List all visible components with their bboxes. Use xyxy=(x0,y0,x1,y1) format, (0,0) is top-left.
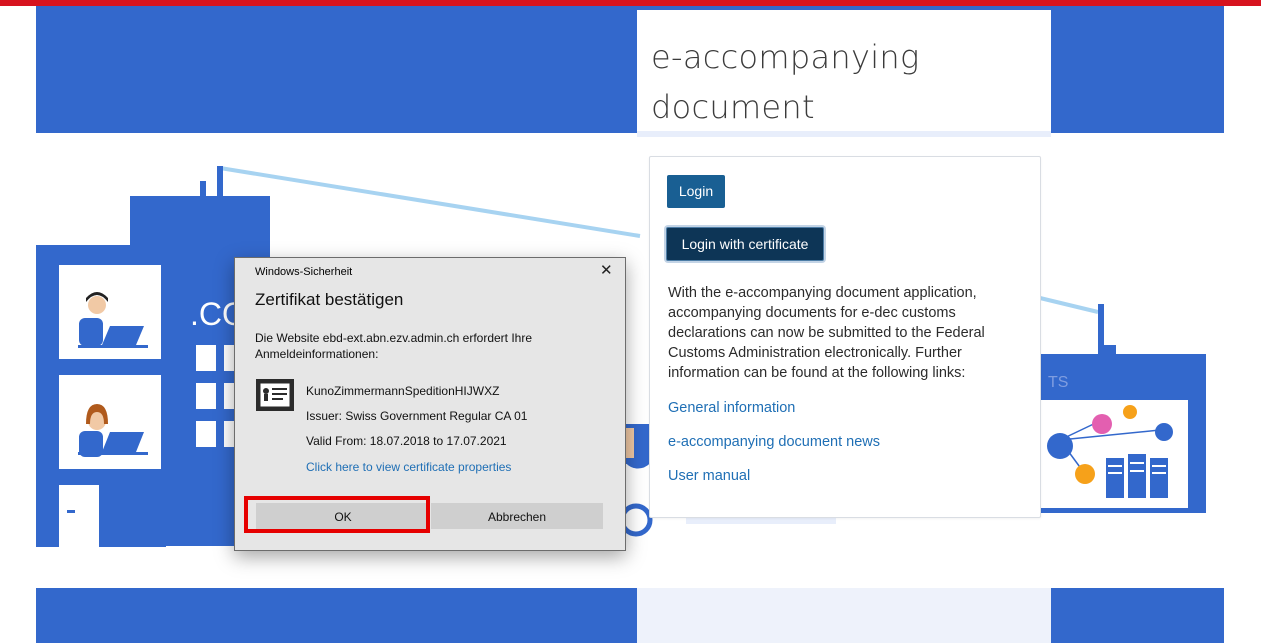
close-icon[interactable]: ✕ xyxy=(600,261,613,279)
general-information-link[interactable]: General information xyxy=(668,400,795,416)
certificate-issuer: Issuer: Swiss Government Regular CA 01 xyxy=(306,409,528,423)
right-panel-label: TS xyxy=(1048,374,1069,391)
windows-security-dialog: Windows-Sicherheit ✕ Zertifikat bestätig… xyxy=(234,257,626,551)
footer-center-block xyxy=(637,588,1051,643)
ok-button[interactable]: OK xyxy=(256,503,430,529)
certificate-validity: Valid From: 18.07.2018 to 17.07.2021 xyxy=(306,434,507,448)
certificate-properties-link[interactable]: Click here to view certificate propertie… xyxy=(306,460,511,474)
certificate-icon xyxy=(256,379,294,411)
news-link[interactable]: e-accompanying document news xyxy=(668,434,880,450)
page-title-line1: e-accompanying xyxy=(651,38,920,76)
panel-description: With the e-accompanying document applica… xyxy=(668,285,985,381)
page-title-box: e-accompanying document xyxy=(637,10,1051,137)
login-with-certificate-button[interactable]: Login with certificate xyxy=(666,227,824,261)
login-panel: Login Login with certificate With the e-… xyxy=(649,156,1041,518)
cancel-button[interactable]: Abbrechen xyxy=(431,503,603,529)
certificate-name[interactable]: KunoZimmermannSpeditionHIJWXZ xyxy=(306,384,499,398)
login-button[interactable]: Login xyxy=(667,175,725,208)
dialog-message: Die Website ebd-ext.abn.ezv.admin.ch erf… xyxy=(255,331,533,361)
dialog-caption: Windows-Sicherheit xyxy=(255,266,353,278)
user-manual-link[interactable]: User manual xyxy=(668,468,750,484)
page-title-line2: document xyxy=(651,88,815,126)
dialog-title: Zertifikat bestätigen xyxy=(255,290,404,309)
